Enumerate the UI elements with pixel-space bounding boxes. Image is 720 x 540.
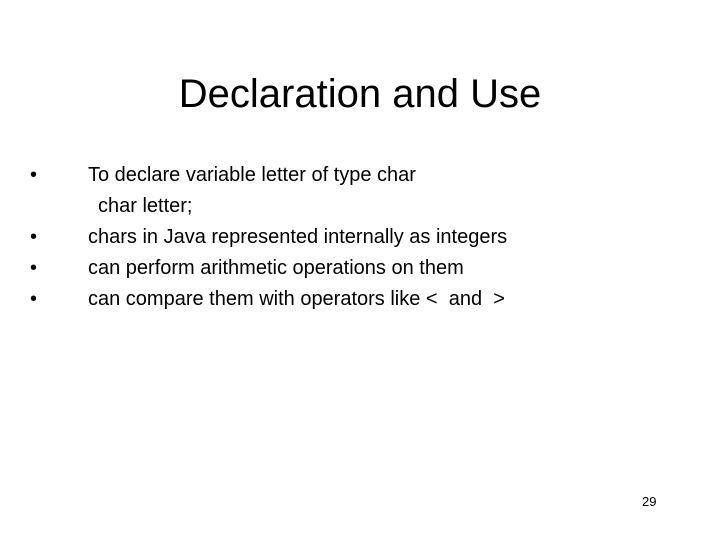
bullet-item: • can perform arithmetic operations on t… bbox=[30, 253, 464, 284]
bullet-text: To declare variable letter of type char bbox=[88, 164, 416, 186]
bullet-icon: • bbox=[30, 226, 38, 248]
slide-title: Declaration and Use bbox=[178, 72, 542, 116]
bullet-icon: • bbox=[30, 257, 38, 279]
bullet-item: • chars in Java represented internally a… bbox=[30, 222, 507, 253]
bullet-list: • To declare variable letter of type cha… bbox=[30, 160, 507, 315]
bullet-icon: • bbox=[30, 164, 38, 186]
bullet-item: • can compare them with operators like <… bbox=[30, 284, 505, 315]
code-line: char letter; bbox=[30, 191, 192, 222]
code-text: char letter; bbox=[98, 195, 193, 217]
bullet-item: • To declare variable letter of type cha… bbox=[30, 160, 416, 191]
page-number: 29 bbox=[642, 494, 657, 509]
bullet-text: can compare them with operators like < a… bbox=[88, 288, 505, 310]
bullet-text: chars in Java represented internally as … bbox=[88, 226, 508, 248]
bullet-text: can perform arithmetic operations on the… bbox=[88, 257, 464, 279]
bullet-icon: • bbox=[30, 288, 38, 310]
